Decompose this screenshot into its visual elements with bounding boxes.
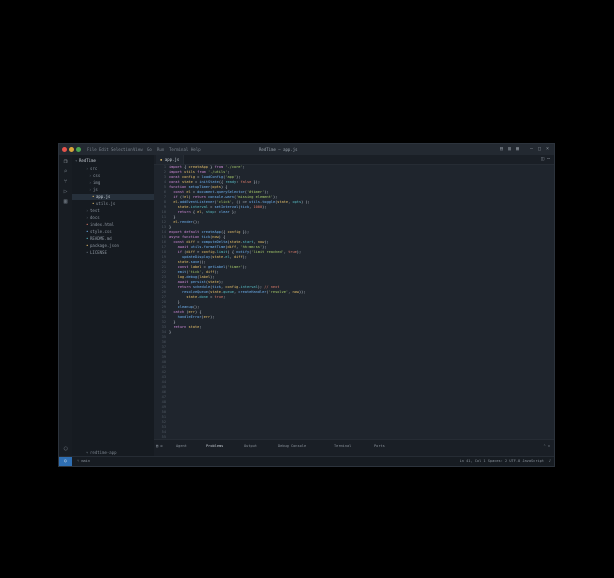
- tree-item-active[interactable]: • app.js: [72, 194, 154, 200]
- minimize-icon[interactable]: –: [529, 146, 534, 152]
- panel-tab-output[interactable]: Output: [244, 444, 257, 448]
- tree-item[interactable]: • LICENSE: [72, 250, 154, 256]
- panel-tab-terminal[interactable]: Terminal: [334, 444, 351, 448]
- panel-tab-agent[interactable]: Agent: [176, 444, 187, 448]
- tree-item[interactable]: • style.css: [72, 229, 154, 235]
- editor-area: ▪ app.js ◫ ⋯ 1 2 3 4 5 6 7 8 9 10 11 12 13 14 15 16 17 18…: [154, 155, 554, 457]
- minimize-window-button[interactable]: [69, 147, 74, 152]
- window-title: RedTime — app.js: [259, 147, 298, 152]
- menu-go[interactable]: Go: [147, 147, 152, 152]
- more-actions-icon[interactable]: ⋯: [547, 156, 550, 162]
- tree-item[interactable]: › docs: [72, 215, 154, 221]
- panel-toggle-icon[interactable]: ▦: [515, 146, 520, 152]
- code-editor[interactable]: import { createApp } from './core'; impo…: [169, 165, 550, 439]
- menu-terminal[interactable]: Terminal: [169, 147, 188, 152]
- panel-tab-debug-console[interactable]: Debug Console: [278, 444, 306, 448]
- editor-tab-bar: ▪ app.js ◫ ⋯: [154, 155, 554, 165]
- tree-item[interactable]: › js: [72, 187, 154, 193]
- status-branch[interactable]: ⑂ main: [77, 459, 90, 463]
- split-editor-icon[interactable]: ◫: [541, 156, 544, 162]
- panel-close-icon[interactable]: ⌃ ×: [544, 444, 551, 448]
- sidebar-toggle-icon[interactable]: ▥: [507, 146, 512, 152]
- editor-actions: ◫ ⋯: [541, 156, 550, 162]
- status-remote-icon[interactable]: ⌬: [59, 457, 72, 466]
- maximize-window-button[interactable]: [76, 147, 81, 152]
- tree-item[interactable]: › css: [72, 173, 154, 179]
- panel-tab-ports[interactable]: Ports: [374, 444, 385, 448]
- close-window-button[interactable]: [62, 147, 67, 152]
- tree-item[interactable]: • utils.js: [72, 201, 154, 207]
- account-icon[interactable]: ◯: [62, 445, 69, 452]
- menu-view[interactable]: View: [133, 147, 143, 152]
- status-bar: ⌬ ⑂ main Ln 41, Col 1 Spaces: 2 UTF-8 Ja…: [59, 456, 554, 466]
- status-info[interactable]: Ln 41, Col 1 Spaces: 2 UTF-8 JavaScript: [460, 459, 544, 463]
- maximize-icon[interactable]: □: [537, 146, 542, 152]
- menu-edit[interactable]: Edit: [99, 147, 109, 152]
- line-number-gutter: 1 2 3 4 5 6 7 8 9 10 11 12 13 14 15 16 17 18 19 20 21 22 23 24 2…: [154, 165, 168, 444]
- tree-item[interactable]: • package.json: [72, 243, 154, 249]
- bell-icon[interactable]: ♪: [549, 459, 551, 463]
- activity-bar: ❐ ⌕ ⑂ ▷ ▦ ◯ ⚙: [59, 155, 73, 466]
- tab-app-js[interactable]: ▪ app.js: [156, 155, 185, 164]
- tree-item[interactable]: › img: [72, 180, 154, 186]
- source-control-icon[interactable]: ⑂: [62, 178, 69, 185]
- close-icon[interactable]: ×: [545, 146, 550, 152]
- panel-layout-icon[interactable]: ▤ ⚙: [156, 444, 163, 448]
- layout-icon[interactable]: ▤: [499, 146, 504, 152]
- tree-item[interactable]: › src: [72, 166, 154, 172]
- menu-help[interactable]: Help: [191, 147, 201, 152]
- explorer-header[interactable]: ▾ RedTime: [75, 158, 154, 164]
- run-debug-icon[interactable]: ▷: [62, 188, 69, 195]
- bottom-panel: ▤ ⚙ Agent Problems Output Debug Console …: [154, 439, 554, 457]
- extensions-icon[interactable]: ▦: [62, 198, 69, 205]
- vscode-window: File Edit Selection View Go Run Terminal…: [58, 143, 555, 467]
- search-icon[interactable]: ⌕: [62, 168, 69, 175]
- explorer-icon[interactable]: ❐: [62, 158, 69, 165]
- tree-item[interactable]: • README.md: [72, 236, 154, 242]
- menu-run[interactable]: Run: [157, 147, 164, 152]
- tree-item[interactable]: › test: [72, 208, 154, 214]
- menu-file[interactable]: File: [87, 147, 97, 152]
- explorer-sidebar: ▾ RedTime › src › css › img › js • app.js • uti…: [72, 155, 155, 457]
- tree-item[interactable]: • index.html: [72, 222, 154, 228]
- menu-selection[interactable]: Selection: [111, 147, 133, 152]
- panel-tab-problems[interactable]: Problems: [206, 444, 223, 448]
